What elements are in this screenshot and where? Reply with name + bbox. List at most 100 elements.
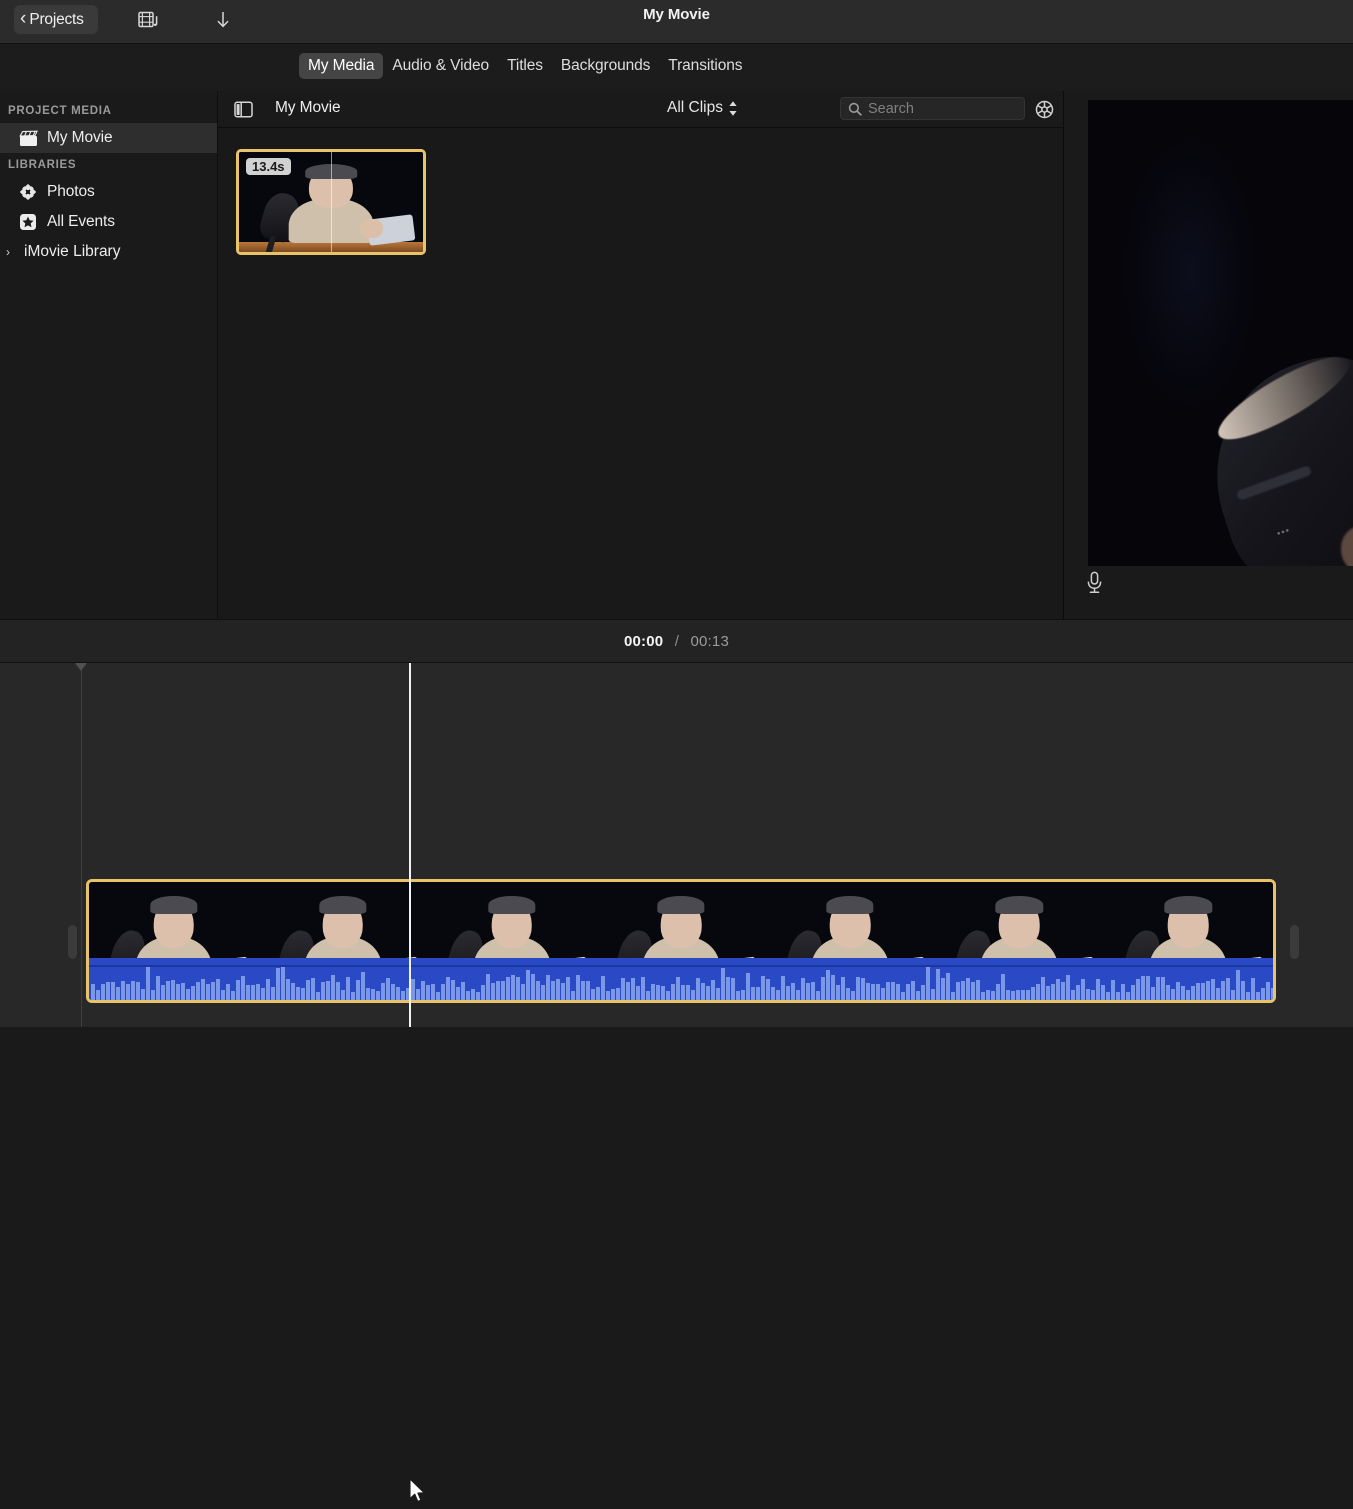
- waveform-bar: [266, 979, 270, 1000]
- waveform-bar: [731, 978, 735, 1000]
- waveform-bar: [301, 988, 305, 1000]
- tab-transitions[interactable]: Transitions: [659, 53, 751, 79]
- waveform-bar: [1261, 988, 1265, 1000]
- waveform-bar: [571, 991, 575, 1000]
- waveform-bar: [1251, 978, 1255, 1000]
- trim-handle-right[interactable]: [1290, 925, 1299, 959]
- waveform-bar: [166, 981, 170, 1000]
- sidebar-item-all-events[interactable]: All Events: [0, 207, 217, 237]
- waveform-bar: [326, 981, 330, 1000]
- waveform-bar: [966, 978, 970, 1000]
- library-sidebar: PROJECT MEDIA My Movie LIBRARIES: [0, 91, 218, 619]
- waveform-bar: [556, 979, 560, 1000]
- waveform-bar: [206, 984, 210, 1000]
- waveform-bar: [526, 970, 530, 1000]
- waveform-bar: [761, 976, 765, 1000]
- sidebar-item-label: Photos: [47, 183, 95, 201]
- waveform-bar: [636, 986, 640, 1000]
- viewer-frame: •••: [1088, 100, 1353, 566]
- waveform-bar: [436, 992, 440, 1000]
- timeline-playhead[interactable]: [409, 663, 411, 1027]
- waveform-bar: [1086, 989, 1090, 1000]
- toggle-sidebar-button[interactable]: [231, 98, 255, 120]
- waveform-bar: [936, 969, 940, 1000]
- waveform-bar: [521, 984, 525, 1000]
- search-field[interactable]: [840, 97, 1025, 120]
- waveform-bar: [431, 984, 435, 1000]
- waveform-bar: [596, 987, 600, 1000]
- waveform-bar: [796, 990, 800, 1000]
- voiceover-button[interactable]: [1079, 569, 1109, 597]
- clip-filter-dropdown[interactable]: All Clips: [667, 99, 738, 117]
- sidebar-item-imovie-library[interactable]: › iMovie Library: [0, 237, 217, 267]
- waveform-bar: [461, 982, 465, 1000]
- search-input[interactable]: [868, 101, 1013, 117]
- waveform-bar: [1151, 987, 1155, 1000]
- waveform-bar: [176, 984, 180, 1000]
- waveform-bar: [751, 987, 755, 1000]
- timeline-video-clip[interactable]: [86, 879, 1276, 1003]
- waveform-bar: [1096, 979, 1100, 1000]
- timeline-pane[interactable]: [0, 663, 1353, 1027]
- waveform-bar: [536, 981, 540, 1000]
- waveform-bar: [691, 990, 695, 1000]
- waveform-bar: [586, 981, 590, 1001]
- waveform-bar: [866, 983, 870, 1000]
- waveform-bar: [396, 987, 400, 1000]
- browser-settings-button[interactable]: [1031, 97, 1057, 121]
- waveform-bar: [341, 990, 345, 1000]
- waveform-bar: [641, 977, 645, 1000]
- photos-flower-icon: [18, 182, 38, 202]
- waveform-bar: [346, 977, 350, 1000]
- waveform-bar: [766, 979, 770, 1000]
- waveform-bar: [996, 984, 1000, 1000]
- waveform-bar: [791, 983, 795, 1000]
- waveform-bar: [1206, 981, 1210, 1000]
- waveform-bar: [626, 982, 630, 1000]
- waveform-bar: [1231, 990, 1235, 1000]
- timeline-start-marker[interactable]: [81, 663, 82, 1027]
- sidebar-item-my-movie[interactable]: My Movie: [0, 123, 217, 153]
- sidebar-heading-project-media: PROJECT MEDIA: [0, 99, 217, 123]
- waveform-bar: [736, 991, 740, 1000]
- waveform-bar: [1201, 983, 1205, 1000]
- waveform-bar: [371, 989, 375, 1000]
- waveform-bar: [391, 984, 395, 1000]
- waveform-bar: [621, 978, 625, 1000]
- waveform-bar: [681, 985, 685, 1000]
- tab-list: My Media Audio & Video Titles Background…: [299, 53, 751, 79]
- waveform-bar: [806, 983, 810, 1000]
- waveform-bar: [1171, 989, 1175, 1000]
- mouse-pointer-icon: [409, 1478, 427, 1509]
- tab-titles[interactable]: Titles: [498, 53, 552, 79]
- waveform-bar: [1141, 976, 1145, 1000]
- waveform-bar: [831, 975, 835, 1000]
- waveform-bar: [1026, 990, 1030, 1000]
- clip-filter-label: All Clips: [667, 99, 723, 117]
- waveform-bar: [746, 973, 750, 1000]
- tab-my-media[interactable]: My Media: [299, 53, 383, 79]
- clip-thumbnail[interactable]: 13.4s: [236, 149, 426, 255]
- tab-audio-and-video[interactable]: Audio & Video: [383, 53, 498, 79]
- tab-backgrounds[interactable]: Backgrounds: [552, 53, 659, 79]
- waveform-bar: [941, 978, 945, 1000]
- waveform-bar: [451, 980, 455, 1000]
- current-timecode: 00:00: [624, 633, 663, 650]
- waveform-bar: [221, 990, 225, 1000]
- waveform-bar: [216, 979, 220, 1000]
- trim-handle-left[interactable]: [68, 925, 77, 959]
- waveform-bar: [1161, 977, 1165, 1000]
- waveform-bar: [181, 983, 185, 1000]
- waveform-bar: [891, 982, 895, 1000]
- sidebar-item-photos[interactable]: Photos: [0, 177, 217, 207]
- waveform-bar: [276, 968, 280, 1000]
- waveform-bar: [106, 982, 110, 1000]
- waveform-bar: [491, 983, 495, 1000]
- waveform-bar: [676, 977, 680, 1000]
- video-viewer[interactable]: •••: [1088, 100, 1353, 566]
- star-square-icon: [18, 212, 38, 232]
- waveform-bar: [826, 970, 830, 1000]
- waveform-bar: [251, 985, 255, 1000]
- disclosure-triangle-icon[interactable]: ›: [6, 245, 18, 259]
- waveform-bar: [786, 986, 790, 1000]
